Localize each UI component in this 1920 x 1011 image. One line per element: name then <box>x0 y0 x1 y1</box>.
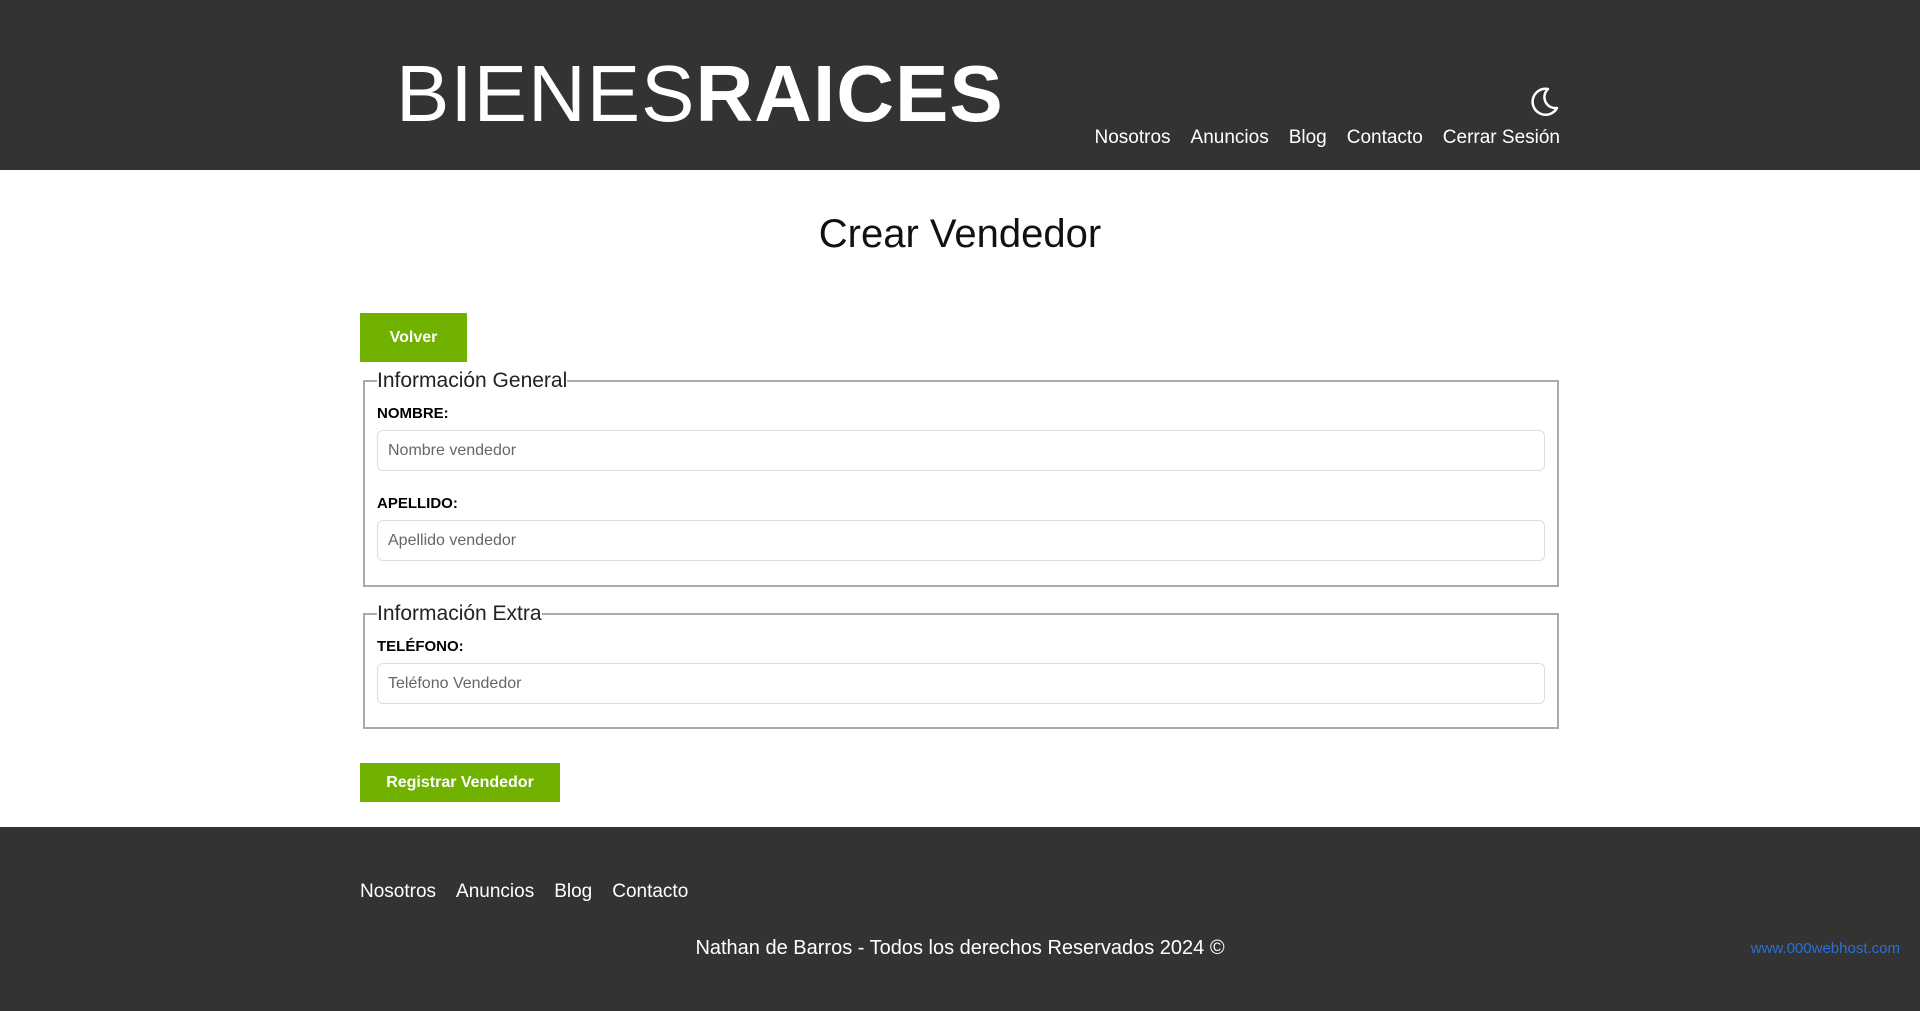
page-title: Crear Vendedor <box>818 212 1102 256</box>
legend-general: Información General <box>377 369 568 392</box>
apellido-input[interactable] <box>377 520 1545 561</box>
footer-link-contacto[interactable]: Contacto <box>612 881 688 903</box>
back-button[interactable]: Volver <box>360 313 467 362</box>
fieldset-general: Información General NOMBRE: APELLIDO: <box>363 369 1559 587</box>
site-header: BIENESRAICES Nosotros Anuncios Blog Cont… <box>0 0 1920 170</box>
nav-link-cerrar-sesion[interactable]: Cerrar Sesión <box>1443 127 1560 149</box>
moon-icon[interactable] <box>1528 86 1560 118</box>
footer-link-anuncios[interactable]: Anuncios <box>456 881 534 903</box>
fieldset-extra: Información Extra TELÉFONO: <box>363 602 1559 729</box>
nav-link-blog[interactable]: Blog <box>1289 127 1327 149</box>
copyright-text: Nathan de Barros - Todos los derechos Re… <box>695 937 1225 959</box>
apellido-label: APELLIDO: <box>377 495 458 512</box>
nombre-input[interactable] <box>377 430 1545 471</box>
legend-extra: Información Extra <box>377 602 542 625</box>
footer-link-nosotros[interactable]: Nosotros <box>360 881 436 903</box>
nombre-label: NOMBRE: <box>377 405 449 422</box>
webhost-link[interactable]: www.000webhost.com <box>1751 940 1900 957</box>
site-logo[interactable]: BIENESRAICES <box>396 48 1004 140</box>
register-seller-button[interactable]: Registrar Vendedor <box>360 763 560 802</box>
nav-link-anuncios[interactable]: Anuncios <box>1191 127 1269 149</box>
nav-link-contacto[interactable]: Contacto <box>1347 127 1423 149</box>
main-nav: Nosotros Anuncios Blog Contacto Cerrar S… <box>1095 127 1561 149</box>
telefono-label: TELÉFONO: <box>377 638 464 655</box>
telefono-input[interactable] <box>377 663 1545 704</box>
logo-thin-text: BIENES <box>396 49 696 138</box>
nav-link-nosotros[interactable]: Nosotros <box>1095 127 1171 149</box>
logo-bold-text: RAICES <box>695 49 1004 138</box>
footer-link-blog[interactable]: Blog <box>554 881 592 903</box>
header-inner: BIENESRAICES Nosotros Anuncios Blog Cont… <box>360 0 1560 170</box>
main-content: Crear Vendedor Volver Información Genera… <box>360 170 1560 827</box>
site-footer: Nosotros Anuncios Blog Contacto Nathan d… <box>0 827 1920 1011</box>
footer-nav: Nosotros Anuncios Blog Contacto <box>360 881 688 903</box>
